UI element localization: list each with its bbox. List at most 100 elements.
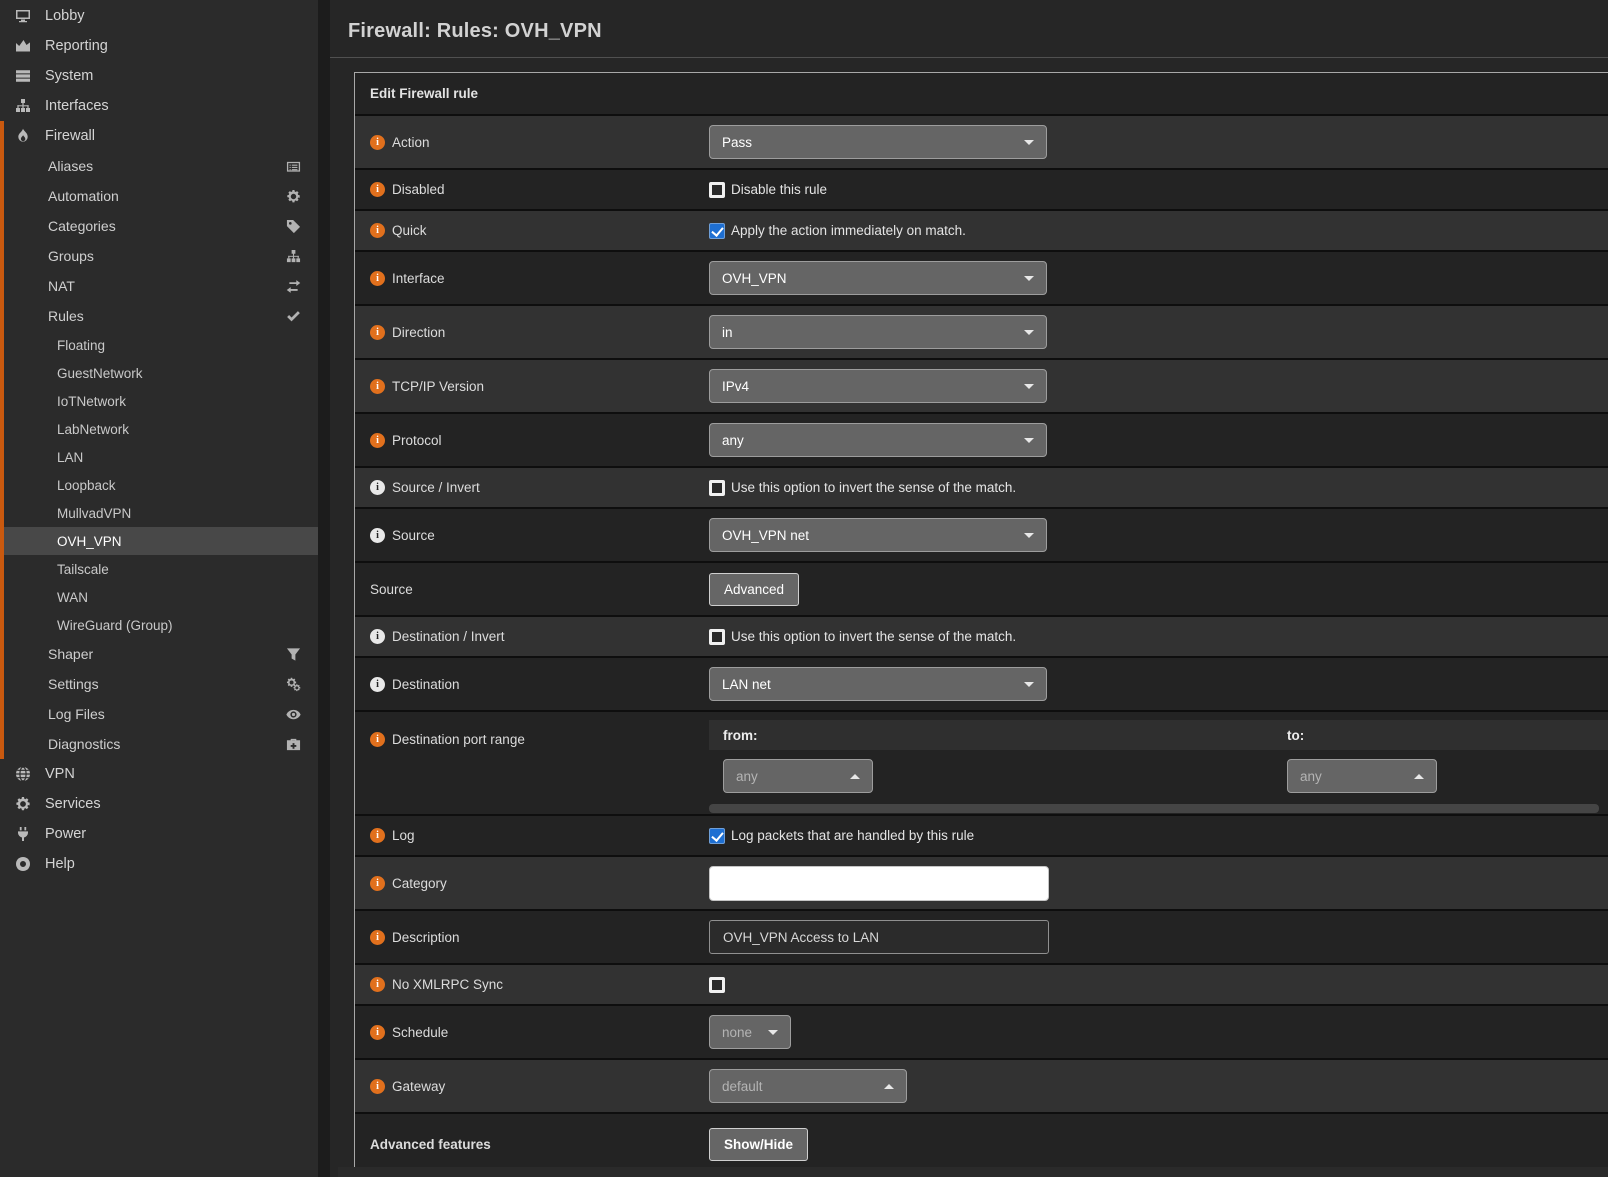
row-label-dest-invert: iDestination / Invert: [355, 629, 709, 644]
form-row-direction: iDirectionin: [355, 306, 1608, 360]
sidebar-item-reporting[interactable]: Reporting: [0, 31, 318, 61]
list-alt-icon: [286, 159, 303, 174]
schedule-select[interactable]: none: [709, 1015, 791, 1049]
page-title: Firewall: Rules: OVH_VPN: [330, 0, 1608, 57]
sitemap-icon: [286, 249, 303, 264]
sidebar-item-vpn[interactable]: VPN: [0, 759, 318, 789]
app-window: Lobby Reporting SystemInterfaces Firewall Al…: [0, 0, 1608, 1177]
form-row-dest-port-range: iDestination port rangefrom:to:anyany: [355, 712, 1608, 816]
sidebar-content-divider: [318, 0, 330, 1177]
sidebar-item-services[interactable]: Services: [0, 789, 318, 819]
edit-firewall-rule-panel: Edit Firewall rule iActionPassiDisabledD…: [354, 72, 1608, 1174]
row-control-source: OVH_VPN net: [709, 518, 1608, 552]
sidebar-item-lobby[interactable]: Lobby: [0, 1, 318, 31]
sidebar-item-guestnetwork[interactable]: GuestNetwork: [0, 359, 318, 387]
interface-select[interactable]: OVH_VPN: [709, 261, 1047, 295]
cogs-icon: [286, 677, 303, 692]
port-range-to-cell: any: [1277, 759, 1608, 793]
ipversion-select[interactable]: IPv4: [709, 369, 1047, 403]
log-label-text: Log: [392, 828, 415, 843]
sidebar-item-labnetwork[interactable]: LabNetwork: [0, 415, 318, 443]
sidebar-item-wireguard-group-[interactable]: WireGuard (Group): [0, 611, 318, 639]
sidebar-item-loopback[interactable]: Loopback: [0, 471, 318, 499]
sidebar-item-ovh-vpn[interactable]: OVH_VPN: [0, 527, 318, 555]
disabled-checkbox-label: Disable this rule: [731, 182, 827, 197]
sidebar-item-power[interactable]: Power: [0, 819, 318, 849]
title-divider: [330, 57, 1608, 58]
sidebar-item-system[interactable]: System: [0, 61, 318, 91]
sidebar-item-shaper[interactable]: Shaper: [0, 639, 318, 669]
form-row-interface: iInterfaceOVH_VPN: [355, 252, 1608, 306]
sidebar-item-label: OVH_VPN: [57, 534, 122, 549]
source-select[interactable]: OVH_VPN net: [709, 518, 1047, 552]
sidebar-item-label: IoTNetwork: [57, 394, 126, 409]
caret-down-icon: [1024, 276, 1034, 281]
life-ring-icon: [15, 856, 33, 872]
form-row-description: iDescriptionOVH_VPN Access to LAN: [355, 911, 1608, 965]
portrange-h-scrollbar[interactable]: [709, 804, 1599, 813]
sidebar-item-tailscale[interactable]: Tailscale: [0, 555, 318, 583]
sidebar-item-diagnostics[interactable]: Diagnostics: [0, 729, 318, 759]
advanced-features-button[interactable]: Show/Hide: [709, 1128, 808, 1161]
protocol-select[interactable]: any: [709, 423, 1047, 457]
action-select[interactable]: Pass: [709, 125, 1047, 159]
protocol-label-text: Protocol: [392, 433, 442, 448]
direction-label-text: Direction: [392, 325, 445, 340]
caret-up-icon: [1414, 774, 1424, 779]
sidebar-item-nat[interactable]: NAT: [0, 271, 318, 301]
row-label-description: iDescription: [355, 930, 709, 945]
sidebar-item-interfaces[interactable]: Interfaces: [0, 91, 318, 121]
no-xmlrpc-sync-checkbox[interactable]: [709, 977, 725, 993]
sidebar-item-aliases[interactable]: Aliases: [0, 151, 318, 181]
caret-down-icon: [768, 1030, 778, 1035]
sidebar-item-settings[interactable]: Settings: [0, 669, 318, 699]
info-icon: i: [370, 528, 385, 543]
disabled-label-text: Disabled: [392, 182, 445, 197]
source-advanced-button[interactable]: Advanced: [709, 573, 799, 606]
sidebar-item-help[interactable]: Help: [0, 849, 318, 879]
sidebar-item-label: VPN: [45, 766, 75, 782]
source-invert-checkbox[interactable]: [709, 480, 725, 496]
category-input[interactable]: [709, 866, 1049, 901]
category-label-text: Category: [392, 876, 447, 891]
direction-select[interactable]: in: [709, 315, 1047, 349]
sidebar-item-iotnetwork[interactable]: IoTNetwork: [0, 387, 318, 415]
port-to-select[interactable]: any: [1287, 759, 1437, 793]
schedule-label-text: Schedule: [392, 1025, 448, 1040]
main-content: Firewall: Rules: OVH_VPN Edit Firewall r…: [330, 0, 1608, 1177]
caret-down-icon: [1024, 330, 1034, 335]
sidebar-item-label: Firewall: [45, 128, 95, 144]
sidebar-item-label: Shaper: [48, 646, 93, 662]
quick-checkbox[interactable]: [709, 223, 725, 239]
sidebar-item-log-files[interactable]: Log Files: [0, 699, 318, 729]
gateway-select[interactable]: default: [709, 1069, 907, 1103]
quick-checkbox-label: Apply the action immediately on match.: [731, 223, 966, 238]
sidebar-item-categories[interactable]: Categories: [0, 211, 318, 241]
port-from-select[interactable]: any: [723, 759, 873, 793]
sidebar-item-firewall[interactable]: Firewall: [0, 121, 318, 151]
sidebar-item-floating[interactable]: Floating: [0, 331, 318, 359]
sidebar-item-groups[interactable]: Groups: [0, 241, 318, 271]
form-row-source-invert: iSource / InvertUse this option to inver…: [355, 468, 1608, 509]
destination-select[interactable]: LAN net: [709, 667, 1047, 701]
sidebar-item-mullvadvpn[interactable]: MullvadVPN: [0, 499, 318, 527]
form-row-ipversion: iTCP/IP VersionIPv4: [355, 360, 1608, 414]
sidebar-item-label: MullvadVPN: [57, 506, 131, 521]
sidebar-item-wan[interactable]: WAN: [0, 583, 318, 611]
sidebar-item-lan[interactable]: LAN: [0, 443, 318, 471]
sidebar-item-label: Reporting: [45, 38, 108, 54]
destination-label-text: Destination: [392, 677, 460, 692]
source-invert-label-text: Source / Invert: [392, 480, 480, 495]
row-label-interface: iInterface: [355, 271, 709, 286]
row-control-description: OVH_VPN Access to LAN: [709, 920, 1608, 954]
log-checkbox[interactable]: [709, 828, 725, 844]
plug-icon: [15, 826, 33, 842]
sidebar-item-automation[interactable]: Automation: [0, 181, 318, 211]
row-control-advanced-features: Show/Hide: [709, 1128, 1608, 1161]
sidebar-item-label: Tailscale: [57, 562, 109, 577]
disabled-checkbox[interactable]: [709, 182, 725, 198]
description-input[interactable]: OVH_VPN Access to LAN: [709, 920, 1049, 954]
eye-icon: [286, 707, 303, 722]
dest-invert-checkbox[interactable]: [709, 629, 725, 645]
sidebar-item-rules[interactable]: Rules: [0, 301, 318, 331]
